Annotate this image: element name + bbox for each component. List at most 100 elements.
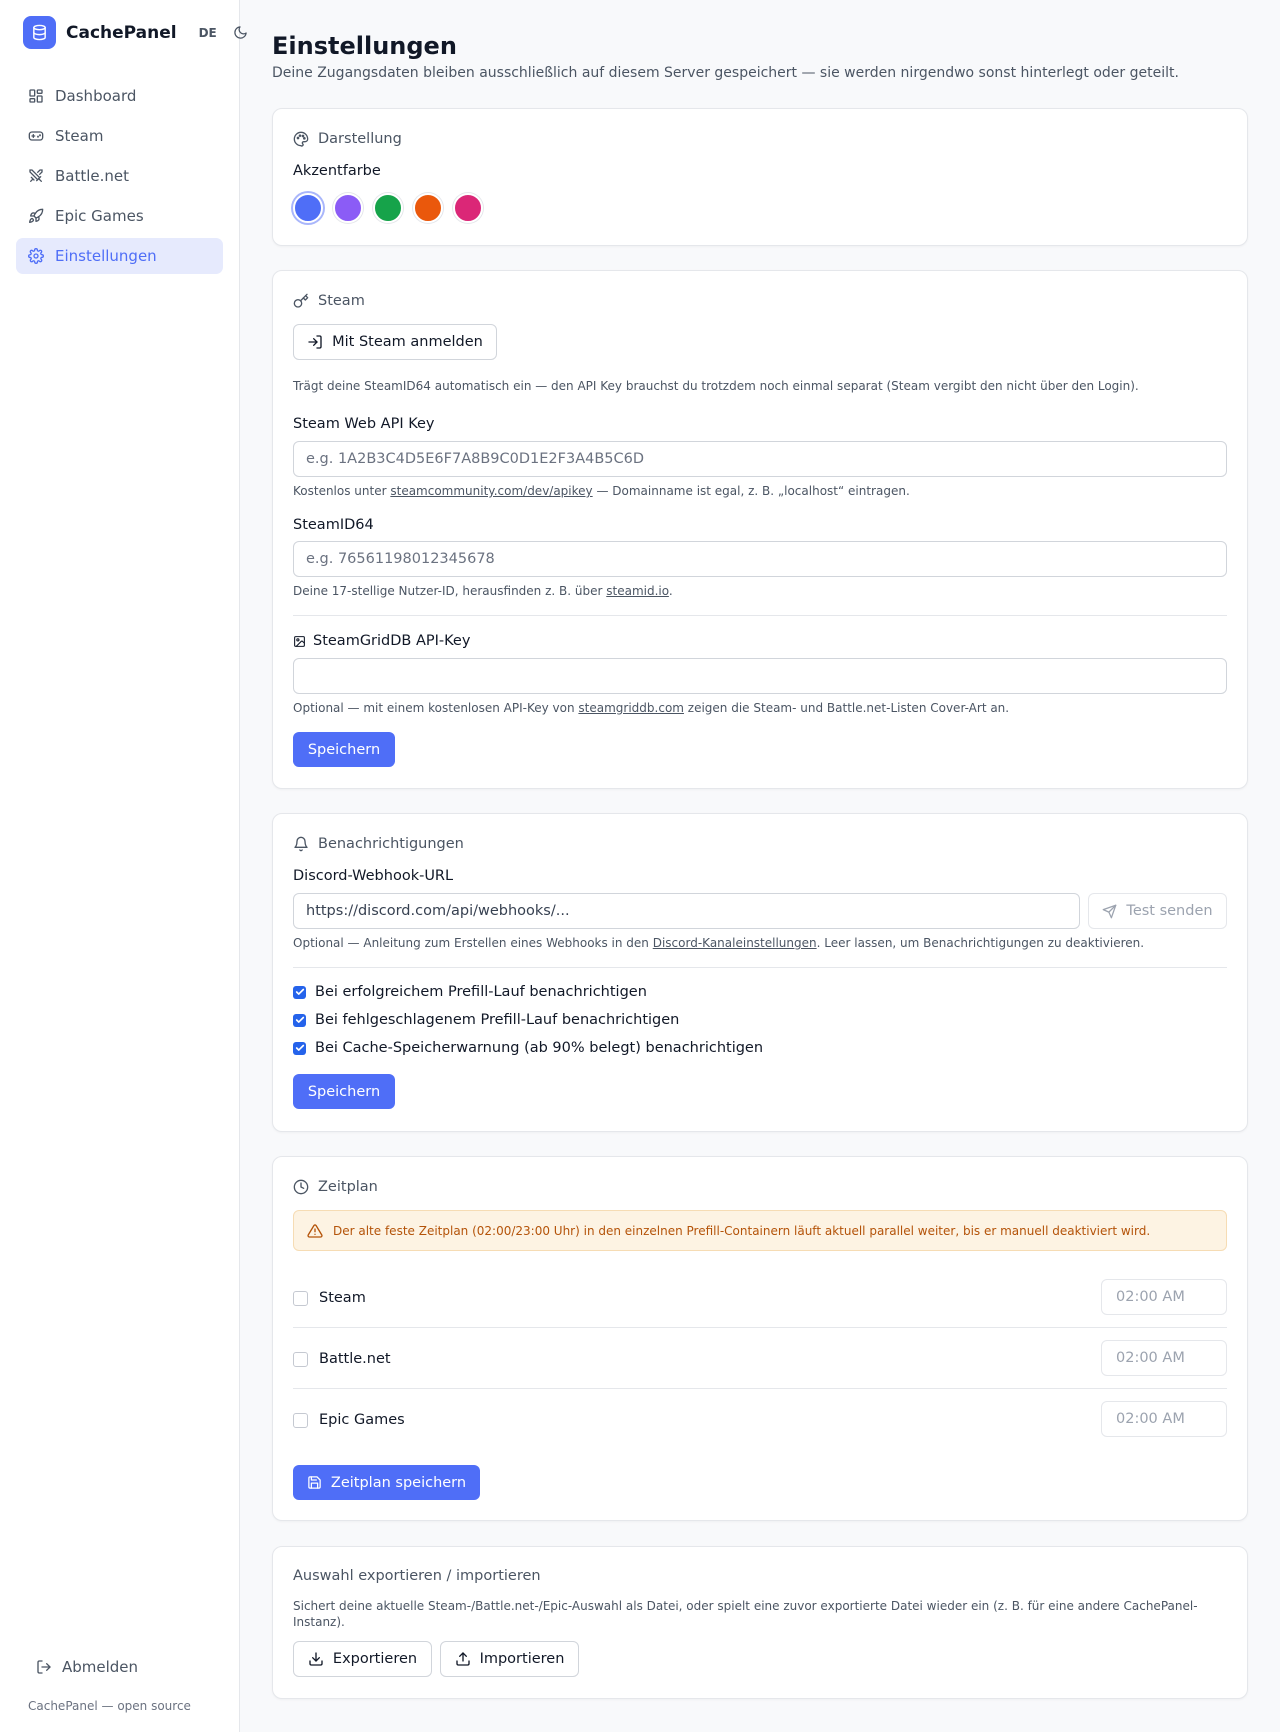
export-button[interactable]: Exportieren	[293, 1641, 432, 1677]
divider	[293, 615, 1227, 616]
import-label: Importieren	[479, 1651, 565, 1667]
sidebar-item-label: Battle.net	[55, 167, 130, 185]
schedule-warning: Der alte feste Zeitplan (02:00/23:00 Uhr…	[293, 1210, 1227, 1251]
steam-login-label: Mit Steam anmelden	[332, 334, 483, 350]
divider	[293, 967, 1227, 968]
brand: CachePanel DE	[23, 16, 248, 49]
steamid-placeholder: e.g. 76561198012345678	[306, 551, 495, 567]
schedule-row-steam: Steam	[293, 1290, 366, 1306]
test-send-label: Test senden	[1126, 903, 1213, 919]
schedule-row-battlenet: Battle.net	[293, 1351, 391, 1367]
steamgriddb-hint: Optional — mit einem kostenlosen API-Key…	[293, 701, 1010, 715]
login-icon	[308, 335, 322, 349]
sidebar-item-label: Epic Games	[55, 207, 144, 225]
checkbox-unchecked[interactable]	[293, 1290, 308, 1306]
steam-card: Steam Mit Steam anmelden Trägt deine Ste…	[272, 270, 1248, 789]
steamgriddb-input[interactable]	[293, 658, 1227, 694]
webhook-input[interactable]: https://discord.com/api/webhooks/...	[293, 893, 1080, 929]
webhook-label: Discord-Webhook-URL	[293, 868, 454, 884]
steam-heading: Steam	[293, 293, 365, 309]
steamid-io-link[interactable]: steamid.io	[606, 584, 669, 598]
steam-api-key-hint: Kostenlos unter steamcommunity.com/dev/a…	[293, 484, 910, 498]
notify-storage-checkbox[interactable]: Bei Cache-Speicherwarnung (ab 90% belegt…	[293, 1040, 763, 1056]
accent-swatch[interactable]	[373, 193, 403, 223]
page-subtitle: Deine Zugangsdaten bleiben ausschließlic…	[272, 65, 1179, 81]
sidebar-item-label: Dashboard	[55, 87, 137, 105]
sidebar-item-label: Steam	[55, 127, 104, 145]
steamgriddb-label-text: SteamGridDB API-Key	[313, 633, 471, 649]
schedule-row-epic: Epic Games	[293, 1412, 405, 1428]
steamgriddb-label: SteamGridDB API-Key	[293, 633, 470, 649]
steam-api-key-placeholder: e.g. 1A2B3C4D5E6F7A8B9C0D1E2F3A4B5C6D	[306, 451, 645, 467]
sidebar-item-dashboard[interactable]: Dashboard	[16, 78, 223, 114]
webhook-placeholder: https://discord.com/api/webhooks/...	[306, 903, 570, 919]
accent-swatch[interactable]	[293, 193, 323, 223]
checkbox-unchecked[interactable]	[293, 1351, 308, 1367]
accent-label: Akzentfarbe	[293, 163, 381, 179]
schedule-time-battlenet[interactable]: 02:00 AM	[1101, 1340, 1227, 1376]
notify-failure-checkbox[interactable]: Bei fehlgeschlagenem Prefill-Lauf benach…	[293, 1012, 679, 1028]
schedule-heading-text: Zeitplan	[318, 1179, 378, 1195]
logout-label: Abmelden	[62, 1658, 139, 1676]
warning-icon	[307, 1223, 323, 1238]
language-switch[interactable]: DE	[199, 26, 217, 40]
test-send-button[interactable]: Test senden	[1088, 893, 1227, 929]
sidebar-item-steam[interactable]: Steam	[16, 118, 223, 154]
moon-icon[interactable]	[233, 25, 248, 40]
webhook-hint: Optional — Anleitung zum Erstellen eines…	[293, 936, 1145, 950]
notify-failure-label: Bei fehlgeschlagenem Prefill-Lauf benach…	[315, 1012, 680, 1028]
steam-api-key-input[interactable]: e.g. 1A2B3C4D5E6F7A8B9C0D1E2F3A4B5C6D	[293, 441, 1227, 477]
steamid-label: SteamID64	[293, 517, 374, 533]
image-icon	[294, 635, 305, 647]
gamepad-icon	[28, 131, 44, 141]
database-icon	[23, 16, 56, 49]
logout-button[interactable]: Abmelden	[36, 1658, 138, 1676]
schedule-save-label: Zeitplan speichern	[330, 1474, 467, 1491]
upload-icon	[455, 1652, 470, 1666]
apikey-link[interactable]: steamcommunity.com/dev/apikey	[390, 484, 592, 498]
notify-storage-label: Bei Cache-Speicherwarnung (ab 90% belegt…	[315, 1040, 764, 1056]
schedule-save-button[interactable]: Zeitplan speichern	[293, 1465, 480, 1500]
schedule-time-steam[interactable]: 02:00 AM	[1101, 1279, 1227, 1315]
steamgriddb-link[interactable]: steamgriddb.com	[578, 701, 684, 715]
steam-save-button[interactable]: Speichern	[293, 732, 395, 767]
sidebar-nav: Dashboard Steam Battle.net Epic Games Ei…	[16, 78, 223, 278]
steam-login-button[interactable]: Mit Steam anmelden	[293, 324, 497, 360]
steamid-input[interactable]: e.g. 76561198012345678	[293, 541, 1227, 577]
appearance-card: Darstellung Akzentfarbe	[272, 108, 1248, 246]
bell-icon	[294, 836, 308, 852]
checkbox-checked[interactable]	[293, 1013, 306, 1027]
checkbox-unchecked[interactable]	[293, 1412, 308, 1428]
export-text: Sichert deine aktuelle Steam-/Battle.net…	[293, 1599, 1198, 1629]
clock-icon	[293, 1179, 309, 1195]
steam-login-hint: Trägt deine SteamID64 automatisch ein — …	[293, 379, 1139, 393]
notifications-save-button[interactable]: Speichern	[293, 1074, 395, 1109]
steam-heading-text: Steam	[318, 293, 365, 309]
schedule-time-epic[interactable]: 02:00 AM	[1101, 1401, 1227, 1437]
accent-swatch[interactable]	[453, 193, 483, 223]
download-icon	[309, 1652, 323, 1666]
schedule-heading: Zeitplan	[293, 1179, 378, 1195]
appearance-heading: Darstellung	[293, 131, 402, 147]
logout-icon	[37, 1660, 51, 1674]
accent-swatch[interactable]	[333, 193, 363, 223]
checkbox-checked[interactable]	[293, 1041, 306, 1055]
divider	[293, 1327, 1227, 1328]
swords-icon	[29, 169, 43, 182]
notifications-heading-text: Benachrichtigungen	[318, 836, 464, 852]
import-button[interactable]: Importieren	[440, 1641, 579, 1677]
sidebar-item-settings[interactable]: Einstellungen	[16, 238, 223, 274]
schedule-row-label: Steam	[319, 1290, 366, 1306]
gear-icon	[28, 248, 44, 264]
appearance-heading-text: Darstellung	[318, 131, 402, 147]
notify-success-checkbox[interactable]: Bei erfolgreichem Prefill-Lauf benachric…	[293, 984, 647, 1000]
schedule-warning-text: Der alte feste Zeitplan (02:00/23:00 Uhr…	[333, 1223, 1151, 1238]
export-card: Auswahl exportieren / importieren Sicher…	[272, 1546, 1248, 1699]
checkbox-checked[interactable]	[293, 985, 306, 999]
accent-swatch[interactable]	[413, 193, 443, 223]
sidebar-item-epic-games[interactable]: Epic Games	[16, 198, 223, 234]
discord-settings-link[interactable]: Discord-Kanaleinstellungen	[653, 936, 817, 950]
notifications-heading: Benachrichtigungen	[293, 836, 464, 852]
sidebar-item-battlenet[interactable]: Battle.net	[16, 158, 223, 194]
notify-success-label: Bei erfolgreichem Prefill-Lauf benachric…	[315, 984, 647, 1000]
